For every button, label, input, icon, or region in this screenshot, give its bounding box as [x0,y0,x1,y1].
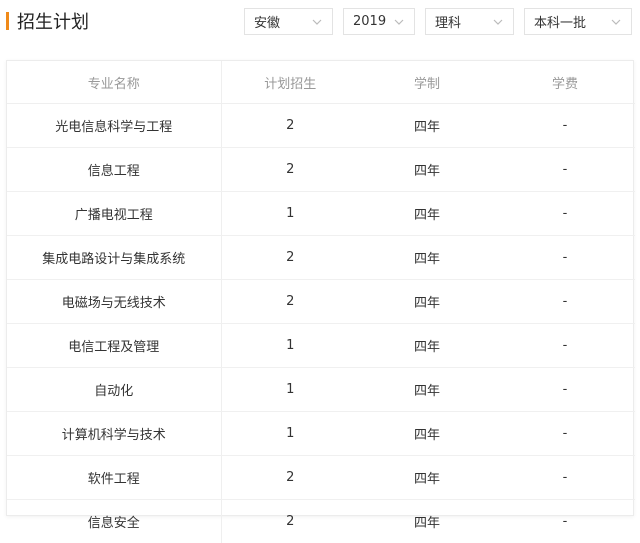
cell-tuition: - [495,368,635,412]
cell-duration: 四年 [359,192,495,236]
table-row: 广播电视工程 1 四年 - [7,192,635,236]
cell-plan: 2 [221,456,359,500]
column-header-major: 专业名称 [7,61,221,104]
cell-tuition: - [495,412,635,456]
cell-plan: 2 [221,236,359,280]
cell-major: 信息工程 [7,148,221,192]
cell-tuition: - [495,192,635,236]
cell-tuition: - [495,104,635,148]
table-row: 自动化 1 四年 - [7,368,635,412]
cell-major: 电磁场与无线技术 [7,280,221,324]
top-bar: 招生计划 安徽 2019 理科 本科一批 [0,0,640,48]
table-row: 软件工程 2 四年 - [7,456,635,500]
cell-tuition: - [495,236,635,280]
batch-select-value: 本科一批 [534,12,586,31]
cell-tuition: - [495,500,635,543]
cell-tuition: - [495,324,635,368]
cell-plan: 2 [221,148,359,192]
column-header-tuition: 学费 [495,61,635,104]
cell-plan: 2 [221,104,359,148]
chevron-down-icon [393,16,405,28]
page-title: 招生计划 [17,8,89,34]
cell-major: 自动化 [7,368,221,412]
table-row: 信息工程 2 四年 - [7,148,635,192]
subject-select[interactable]: 理科 [425,8,514,35]
chevron-down-icon [610,16,622,28]
year-select-value: 2019 [353,14,386,29]
cell-duration: 四年 [359,324,495,368]
cell-major: 计算机科学与技术 [7,412,221,456]
cell-major: 软件工程 [7,456,221,500]
chevron-down-icon [311,16,323,28]
cell-tuition: - [495,456,635,500]
cell-plan: 1 [221,368,359,412]
enrollment-table-card: 专业名称 计划招生 学制 学费 光电信息科学与工程 2 四年 - 信息工程 2 … [6,60,634,516]
title-wrap: 招生计划 [6,8,89,34]
cell-tuition: - [495,148,635,192]
province-select[interactable]: 安徽 [244,8,333,35]
table-row: 光电信息科学与工程 2 四年 - [7,104,635,148]
cell-tuition: - [495,280,635,324]
cell-major: 信息安全 [7,500,221,543]
cell-duration: 四年 [359,500,495,543]
cell-duration: 四年 [359,148,495,192]
cell-duration: 四年 [359,280,495,324]
table-row: 电信工程及管理 1 四年 - [7,324,635,368]
table-body: 光电信息科学与工程 2 四年 - 信息工程 2 四年 - 广播电视工程 1 四年… [7,104,635,543]
cell-plan: 2 [221,500,359,543]
table-row: 计算机科学与技术 1 四年 - [7,412,635,456]
subject-select-value: 理科 [435,12,461,31]
cell-duration: 四年 [359,368,495,412]
year-select[interactable]: 2019 [343,8,415,35]
column-header-duration: 学制 [359,61,495,104]
title-accent-bar [6,12,9,30]
province-select-value: 安徽 [254,12,280,31]
column-header-plan: 计划招生 [221,61,359,104]
cell-plan: 1 [221,324,359,368]
filter-bar: 安徽 2019 理科 本科一批 [244,8,632,35]
table-header-row: 专业名称 计划招生 学制 学费 [7,61,635,104]
cell-plan: 1 [221,412,359,456]
cell-plan: 1 [221,192,359,236]
cell-plan: 2 [221,280,359,324]
table-row: 集成电路设计与集成系统 2 四年 - [7,236,635,280]
chevron-down-icon [492,16,504,28]
cell-major: 光电信息科学与工程 [7,104,221,148]
cell-major: 广播电视工程 [7,192,221,236]
table-row: 信息安全 2 四年 - [7,500,635,543]
cell-duration: 四年 [359,456,495,500]
table-row: 电磁场与无线技术 2 四年 - [7,280,635,324]
cell-duration: 四年 [359,236,495,280]
cell-major: 集成电路设计与集成系统 [7,236,221,280]
cell-duration: 四年 [359,412,495,456]
batch-select[interactable]: 本科一批 [524,8,632,35]
enrollment-table: 专业名称 计划招生 学制 学费 光电信息科学与工程 2 四年 - 信息工程 2 … [7,61,635,543]
cell-major: 电信工程及管理 [7,324,221,368]
cell-duration: 四年 [359,104,495,148]
